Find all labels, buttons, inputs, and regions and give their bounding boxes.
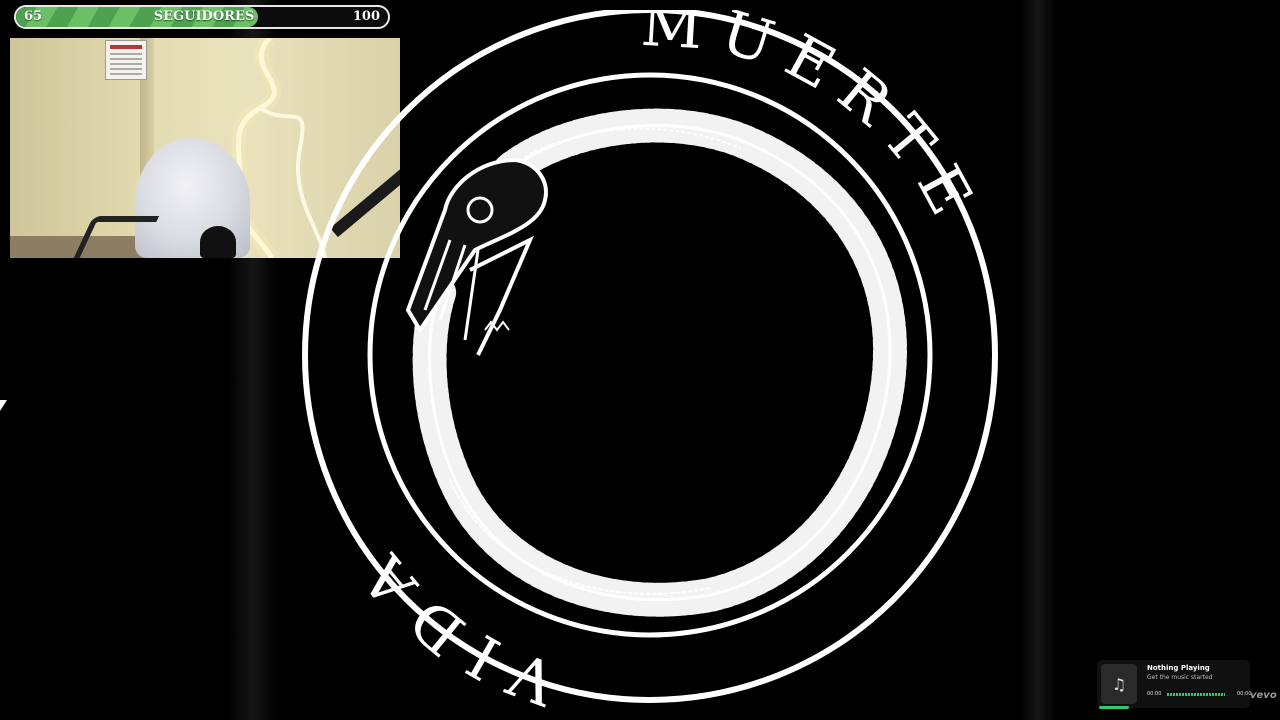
inner-ring <box>367 72 933 638</box>
now-playing-title: Nothing Playing <box>1147 664 1210 672</box>
now-playing-progress-track <box>1167 693 1225 696</box>
music-note-icon: ♫ <box>1101 664 1137 704</box>
ouroboros-artwork: MUERTE VIDA <box>302 10 998 710</box>
webcam-microphone <box>200 226 236 258</box>
vevo-watermark: vevo <box>1250 690 1277 701</box>
now-playing-subtitle: Get the music started <box>1147 674 1213 681</box>
now-playing-accent-bar <box>1099 706 1129 709</box>
follower-goal-current: 65 <box>24 9 43 24</box>
now-playing-widget: ♫ Nothing Playing Get the music started … <box>1097 660 1251 708</box>
now-playing-elapsed: 00:00 <box>1147 691 1162 697</box>
mouse-cursor <box>0 400 7 411</box>
background-streak <box>1020 0 1056 720</box>
